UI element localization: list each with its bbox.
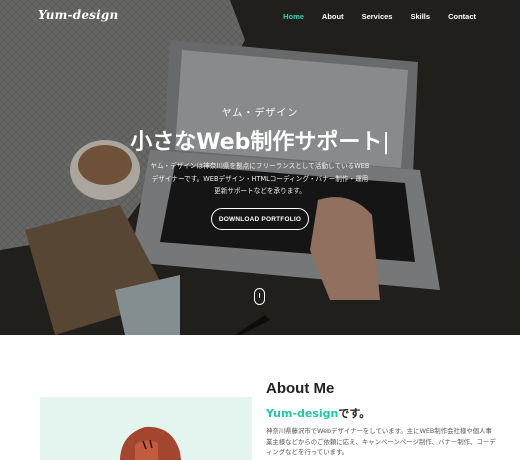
nav-skills[interactable]: Skills <box>410 12 430 21</box>
typing-cursor: | <box>382 130 390 155</box>
about-brand-name: Yum-design <box>266 407 339 420</box>
mouse-scroll-icon[interactable] <box>254 288 265 305</box>
hero-title: 小さなWeb制作サポート| <box>0 124 520 156</box>
hero-description: ヤム・デザインは神奈川県を拠点にフリーランスとして活動しているWEBデザイナーで… <box>150 162 370 195</box>
about-name-suffix: です。 <box>338 407 371 420</box>
hero-subtitle: ヤム・デザイン <box>221 108 299 119</box>
nav-services[interactable]: Services <box>362 12 393 21</box>
nav-home[interactable]: Home <box>283 12 304 21</box>
navbar: Yum-design Home About Services Skills Co… <box>0 0 520 32</box>
site-logo[interactable]: Yum-design <box>38 8 118 22</box>
nav-about[interactable]: About <box>322 12 344 21</box>
hero-section: Yum-design Home About Services Skills Co… <box>0 0 520 335</box>
about-name: Yum-designです。 <box>266 405 370 421</box>
nav-links: Home About Services Skills Contact <box>265 12 476 21</box>
download-portfolio-button[interactable]: DOWNLOAD PORTFOLIO <box>211 208 309 230</box>
about-title: About Me <box>266 380 335 397</box>
about-section: About Me Yum-designです。 神奈川県藤沢市でWebデザイナーを… <box>0 335 520 460</box>
profile-illustration <box>40 397 252 460</box>
about-text: 神奈川県藤沢市でWebデザイナーをしています。主にWEB制作会社様や個人事業主様… <box>266 427 496 456</box>
hero-title-text: 小さなWeb制作サポート <box>130 130 383 155</box>
nav-contact[interactable]: Contact <box>448 12 476 21</box>
